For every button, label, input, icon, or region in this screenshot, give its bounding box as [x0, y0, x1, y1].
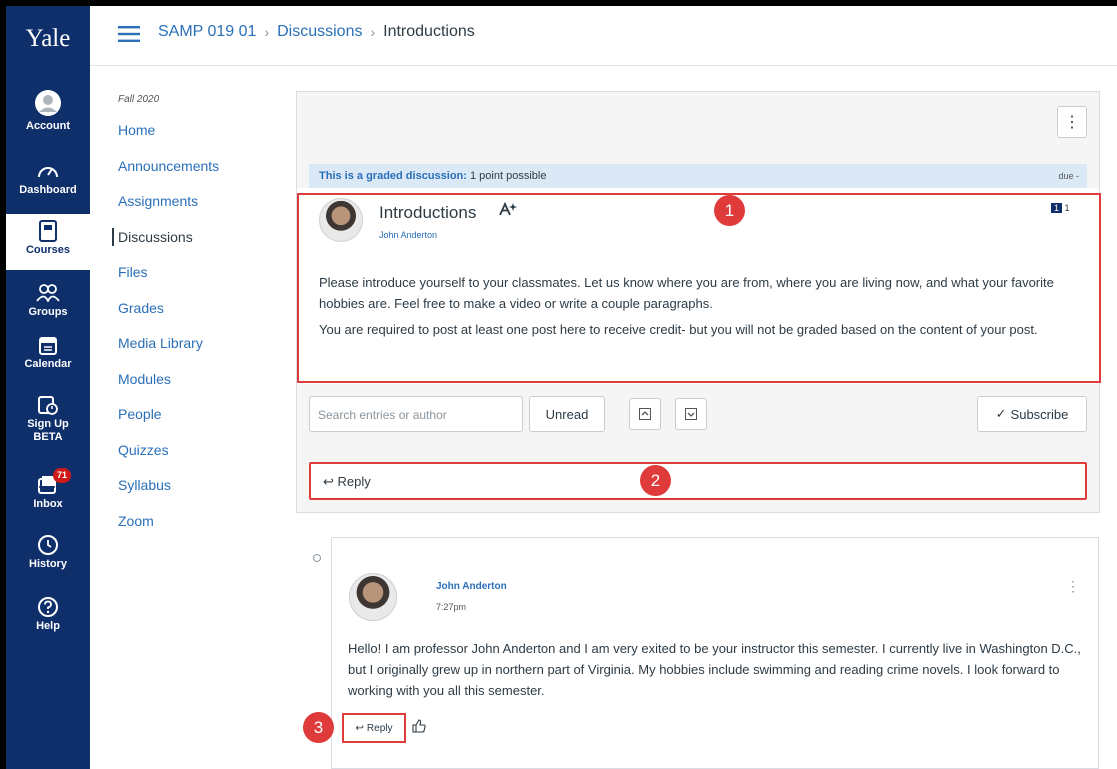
nav-account[interactable]: Account: [6, 86, 90, 142]
nav-calendar[interactable]: Calendar: [6, 332, 90, 382]
expand-replies-button[interactable]: [675, 398, 707, 430]
inbox-icon: 71: [6, 468, 90, 498]
reply-to-topic-button[interactable]: ↩ Reply: [309, 462, 1087, 500]
entry-kebab-icon[interactable]: ⋮: [1066, 578, 1080, 595]
course-nav-discussions[interactable]: Discussions: [112, 227, 282, 246]
unread-filter-button[interactable]: Unread: [529, 396, 605, 432]
course-nav-grades[interactable]: Grades: [112, 299, 282, 335]
nav-dashboard[interactable]: Dashboard: [6, 158, 90, 206]
breadcrumb-current: Introductions: [383, 23, 475, 40]
entry-reply-button[interactable]: ↩ Reply: [342, 713, 406, 743]
unread-count-badge: 1: [1051, 203, 1063, 213]
course-nav-zoom[interactable]: Zoom: [112, 512, 282, 548]
course-nav-syllabus[interactable]: Syllabus: [112, 476, 282, 512]
nav-help-label: Help: [36, 620, 60, 632]
course-nav-announcements[interactable]: Announcements: [112, 157, 282, 193]
expand-icon: [685, 408, 697, 420]
discussion-panel: ⋮ This is a graded discussion: 1 point p…: [296, 91, 1100, 513]
callout-1: 1: [714, 195, 745, 226]
global-nav: Yale Account Dashboard Courses Groups Ca…: [6, 6, 90, 769]
nav-signup-beta: BETA: [33, 431, 63, 443]
entry-author-link[interactable]: John Anderton: [436, 581, 507, 592]
breadcrumb-discussions[interactable]: Discussions: [277, 23, 362, 41]
entry-timestamp: 7:27pm: [436, 602, 467, 612]
collapse-replies-button[interactable]: [629, 398, 661, 430]
course-nav-people[interactable]: People: [112, 405, 282, 441]
hamburger-menu-icon[interactable]: [118, 26, 140, 47]
immersive-reader-icon[interactable]: [499, 201, 517, 220]
discussion-title: Introductions: [379, 203, 477, 222]
course-nav: Fall 2020 Home Announcements Assignments…: [112, 94, 282, 547]
course-nav-modules[interactable]: Modules: [112, 370, 282, 406]
subscribe-label: Subscribe: [1010, 406, 1069, 422]
subscribe-button[interactable]: ✓ Subscribe: [977, 396, 1087, 432]
discussion-entry: John Anderton 7:27pm ⋮ Hello! I am profe…: [331, 537, 1099, 769]
nav-courses[interactable]: Courses: [6, 214, 90, 270]
reply-label: Reply: [337, 474, 371, 489]
account-icon: [34, 86, 62, 120]
nav-signup[interactable]: Sign Up BETA: [6, 392, 90, 452]
nav-inbox[interactable]: 71 Inbox: [6, 468, 90, 522]
avatar[interactable]: [349, 573, 397, 621]
dashboard-icon: [37, 158, 59, 184]
nav-signup-label: Sign Up: [27, 418, 69, 430]
graded-points: 1 point possible: [470, 170, 547, 182]
nav-help[interactable]: Help: [6, 594, 90, 642]
nav-history-label: History: [29, 558, 67, 570]
graded-label: This is a graded discussion:: [319, 170, 467, 182]
nav-calendar-label: Calendar: [24, 358, 72, 370]
nav-groups-label: Groups: [28, 306, 68, 318]
discussion-paragraph: Please introduce yourself to your classm…: [319, 275, 1054, 311]
entry-body: Hello! I am professor John Anderton and …: [348, 641, 1081, 698]
signup-icon: [38, 392, 58, 418]
more-options-button[interactable]: ⋮: [1057, 106, 1087, 138]
discussion-topic: Introductions John Anderton 1 1 Please i…: [297, 188, 1099, 384]
kebab-icon: ⋮: [1064, 114, 1080, 131]
due-date: due -: [1058, 171, 1079, 181]
reply-count: 1 1: [1051, 203, 1070, 213]
groups-icon: [36, 280, 60, 306]
courses-icon: [39, 218, 57, 244]
breadcrumb-course[interactable]: SAMP 019 01: [158, 23, 256, 41]
topic-author-link[interactable]: John Anderton: [379, 230, 437, 240]
discussion-paragraph: You are required to post at least one po…: [319, 322, 1038, 337]
help-icon: [37, 594, 59, 620]
course-nav-media-library[interactable]: Media Library: [112, 334, 282, 370]
nav-groups[interactable]: Groups: [6, 280, 90, 324]
reply-arrow-icon: ↩: [323, 474, 334, 489]
page-header: SAMP 019 01 › Discussions › Introduction…: [90, 6, 1117, 66]
unread-label: Unread: [545, 406, 589, 422]
course-nav-quizzes[interactable]: Quizzes: [112, 441, 282, 477]
like-icon[interactable]: [412, 719, 426, 736]
chevron-right-icon: ›: [264, 24, 270, 40]
callout-3: 3: [303, 712, 334, 743]
nav-inbox-label: Inbox: [33, 498, 63, 510]
yale-logo[interactable]: Yale: [6, 6, 90, 72]
collapse-icon: [639, 408, 651, 420]
nav-dashboard-label: Dashboard: [19, 184, 77, 196]
nav-account-label: Account: [26, 120, 70, 132]
history-icon: [37, 532, 59, 558]
course-nav-assignments[interactable]: Assignments: [112, 192, 282, 228]
chevron-right-icon: ›: [370, 24, 376, 40]
calendar-icon: [39, 332, 57, 358]
callout-2: 2: [640, 465, 671, 496]
search-input[interactable]: Search entries or author: [309, 396, 523, 432]
checkmark-icon: ✓: [995, 406, 1007, 421]
discussion-toolbar: Search entries or author Unread ✓ Subscr…: [297, 386, 1099, 446]
breadcrumb: SAMP 019 01 › Discussions › Introduction…: [158, 23, 475, 41]
discussion-body: Please introduce yourself to your classm…: [319, 272, 1089, 345]
total-count: 1: [1064, 203, 1070, 213]
read-status-indicator[interactable]: [313, 554, 321, 562]
entry-reply-label: Reply: [366, 722, 393, 734]
graded-discussion-bar: This is a graded discussion: 1 point pos…: [309, 164, 1087, 188]
nav-courses-label: Courses: [25, 244, 71, 256]
course-nav-home[interactable]: Home: [112, 121, 282, 157]
avatar[interactable]: [319, 198, 363, 242]
term-label: Fall 2020: [118, 94, 160, 105]
reply-arrow-icon: ↩: [355, 722, 364, 734]
inbox-badge: 71: [53, 468, 72, 483]
nav-history[interactable]: History: [6, 532, 90, 580]
course-nav-files[interactable]: Files: [112, 263, 282, 299]
